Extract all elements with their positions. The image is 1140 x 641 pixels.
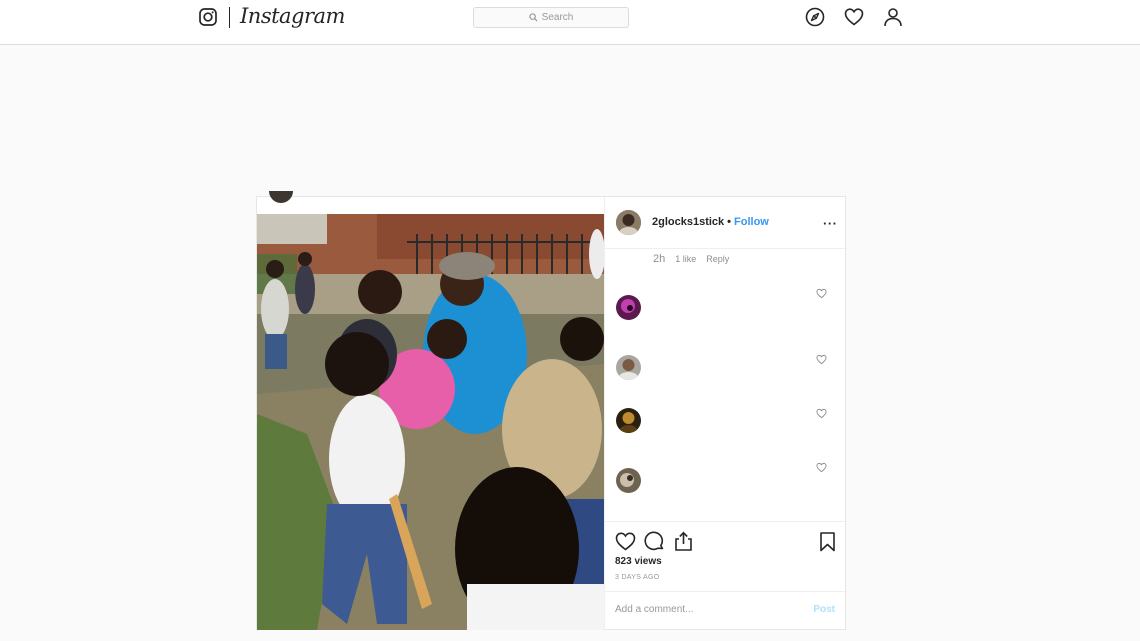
avatar-image bbox=[616, 295, 641, 320]
commenter-avatar[interactable] bbox=[616, 295, 641, 320]
comment-like-icon[interactable] bbox=[816, 408, 827, 419]
commenter-avatar[interactable] bbox=[616, 468, 641, 493]
avatar-image bbox=[616, 468, 641, 493]
comment-like-icon[interactable] bbox=[816, 462, 827, 473]
search-input[interactable]: Search bbox=[473, 7, 629, 28]
instagram-wordmark[interactable]: Instagram bbox=[240, 4, 345, 28]
follow-button[interactable]: Follow bbox=[734, 216, 769, 228]
avatar-image bbox=[616, 408, 641, 433]
post-author: 2glocks1stick • Follow bbox=[652, 216, 769, 228]
video-frame bbox=[257, 214, 604, 630]
view-count[interactable]: 823 views bbox=[615, 556, 662, 567]
avatar-image bbox=[616, 210, 641, 235]
post-header: 2glocks1stick • Follow ··· bbox=[605, 197, 847, 249]
search-icon bbox=[528, 13, 538, 22]
media-top-strip bbox=[257, 191, 604, 214]
compass-icon[interactable] bbox=[805, 7, 825, 27]
heart-icon[interactable] bbox=[844, 7, 864, 27]
logo-divider bbox=[229, 7, 230, 28]
comment-like-icon[interactable] bbox=[816, 288, 827, 299]
like-heart-icon[interactable] bbox=[615, 531, 636, 552]
reply-button[interactable]: Reply bbox=[706, 254, 729, 264]
search-placeholder: Search bbox=[541, 12, 574, 23]
top-navigation-bar: Instagram Search bbox=[0, 0, 1140, 45]
more-options-button[interactable]: ··· bbox=[823, 216, 838, 231]
author-username[interactable]: 2glocks1stick bbox=[652, 216, 724, 228]
post-timestamp: 3 DAYS AGO bbox=[615, 574, 660, 581]
avatar-image bbox=[616, 355, 641, 380]
avatar bbox=[269, 191, 293, 203]
comment-input[interactable]: Add a comment... bbox=[615, 604, 693, 615]
add-comment-section: Add a comment... Post bbox=[605, 591, 847, 629]
person-icon[interactable] bbox=[883, 7, 903, 27]
separator-dot: • bbox=[727, 216, 732, 228]
commenter-avatar[interactable] bbox=[616, 408, 641, 433]
post-video[interactable] bbox=[257, 214, 604, 630]
instagram-camera-icon[interactable] bbox=[199, 8, 217, 26]
author-avatar[interactable] bbox=[616, 210, 641, 235]
share-icon[interactable] bbox=[673, 531, 694, 552]
commenter-avatar[interactable] bbox=[616, 355, 641, 380]
post-actions: 823 views 3 DAYS AGO bbox=[605, 521, 847, 591]
post-sidebar: 2glocks1stick • Follow ··· 2h 1 like Reply bbox=[604, 197, 847, 629]
comment-likes[interactable]: 1 like bbox=[675, 254, 696, 264]
comment-bubble-icon[interactable] bbox=[644, 531, 665, 552]
comment-meta: 2h 1 like Reply bbox=[653, 253, 729, 265]
comment-time: 2h bbox=[653, 253, 666, 265]
bookmark-icon[interactable] bbox=[817, 531, 838, 552]
post-comment-button[interactable]: Post bbox=[813, 604, 835, 615]
comment-like-icon[interactable] bbox=[816, 354, 827, 365]
post-card: 2glocks1stick • Follow ··· 2h 1 like Reply bbox=[256, 191, 847, 630]
